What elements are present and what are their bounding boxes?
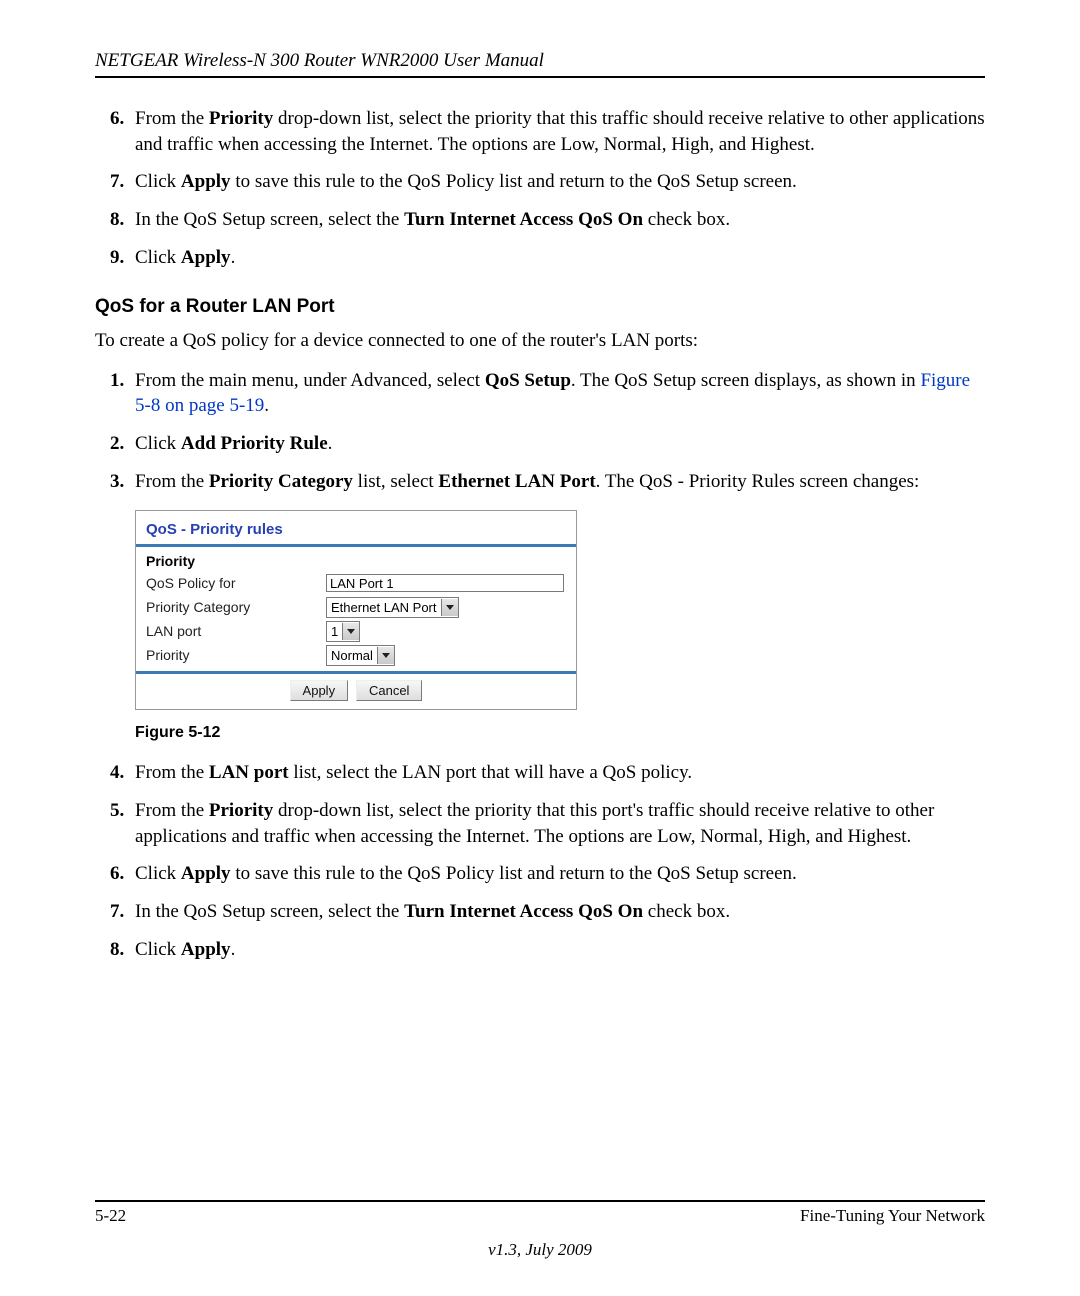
select-lan-port-value: 1 <box>327 624 342 639</box>
figure-caption: Figure 5-12 <box>135 724 985 742</box>
page-header: NETGEAR Wireless-N 300 Router WNR2000 Us… <box>95 50 985 78</box>
select-priority-category-value: Ethernet LAN Port <box>327 600 441 615</box>
footer-chapter: Fine-Tuning Your Network <box>800 1206 985 1226</box>
footer-rule <box>95 1200 985 1202</box>
list-item: From the Priority Category list, select … <box>129 469 985 495</box>
list-item: Click Apply. <box>129 245 985 271</box>
header-title: NETGEAR Wireless-N 300 Router WNR2000 Us… <box>95 50 544 71</box>
figure-5-12: QoS - Priority rules Priority QoS Policy… <box>135 510 985 742</box>
section-heading: QoS for a Router LAN Port <box>95 296 985 318</box>
list-item: From the Priority drop-down list, select… <box>129 798 985 849</box>
label-priority-category: Priority Category <box>146 599 326 615</box>
label-lan-port: LAN port <box>146 623 326 639</box>
cancel-button[interactable]: Cancel <box>356 680 422 701</box>
list-item: Click Add Priority Rule. <box>129 431 985 457</box>
select-priority-value: Normal <box>327 648 377 663</box>
row-priority-category: Priority Category Ethernet LAN Port <box>146 595 566 619</box>
footer-page-number: 5-22 <box>95 1206 126 1226</box>
list-item: In the QoS Setup screen, select the Turn… <box>129 207 985 233</box>
qos-buttons: Apply Cancel <box>136 674 576 709</box>
list-item: Click Apply. <box>129 937 985 963</box>
page-footer: 5-22 Fine-Tuning Your Network v1.3, July… <box>95 1200 985 1260</box>
row-lan-port: LAN port 1 <box>146 619 566 643</box>
list-item: Click Apply to save this rule to the QoS… <box>129 169 985 195</box>
qos-panel-header: QoS - Priority rules <box>136 511 576 547</box>
lower-ordered-list: From the LAN port list, select the LAN p… <box>95 760 985 962</box>
chevron-down-icon[interactable] <box>441 599 458 616</box>
select-priority-category[interactable]: Ethernet LAN Port <box>326 597 459 618</box>
label-priority: Priority <box>146 647 326 663</box>
list-item: From the Priority drop-down list, select… <box>129 106 985 157</box>
page: NETGEAR Wireless-N 300 Router WNR2000 Us… <box>0 0 1080 1296</box>
chevron-down-icon[interactable] <box>342 623 359 640</box>
row-qos-policy-for: QoS Policy for LAN Port 1 <box>146 571 566 595</box>
select-lan-port[interactable]: 1 <box>326 621 360 642</box>
list-item: From the main menu, under Advanced, sele… <box>129 368 985 419</box>
label-qos-policy-for: QoS Policy for <box>146 575 326 591</box>
input-qos-policy-for[interactable]: LAN Port 1 <box>326 574 564 592</box>
mid-ordered-list: From the main menu, under Advanced, sele… <box>95 368 985 495</box>
list-item: In the QoS Setup screen, select the Turn… <box>129 899 985 925</box>
row-priority: Priority Normal <box>146 643 566 667</box>
select-priority[interactable]: Normal <box>326 645 395 666</box>
list-item: Click Apply to save this rule to the QoS… <box>129 861 985 887</box>
footer-version: v1.3, July 2009 <box>95 1240 985 1260</box>
intro-paragraph: To create a QoS policy for a device conn… <box>95 328 985 354</box>
upper-ordered-list: From the Priority drop-down list, select… <box>95 106 985 270</box>
chevron-down-icon[interactable] <box>377 647 394 664</box>
list-item: From the LAN port list, select the LAN p… <box>129 760 985 786</box>
qos-subheading: Priority <box>146 553 566 569</box>
qos-panel-body: Priority QoS Policy for LAN Port 1 Prior… <box>136 547 576 674</box>
qos-panel: QoS - Priority rules Priority QoS Policy… <box>135 510 577 710</box>
apply-button[interactable]: Apply <box>290 680 349 701</box>
qos-panel-title: QoS - Priority rules <box>146 521 283 538</box>
